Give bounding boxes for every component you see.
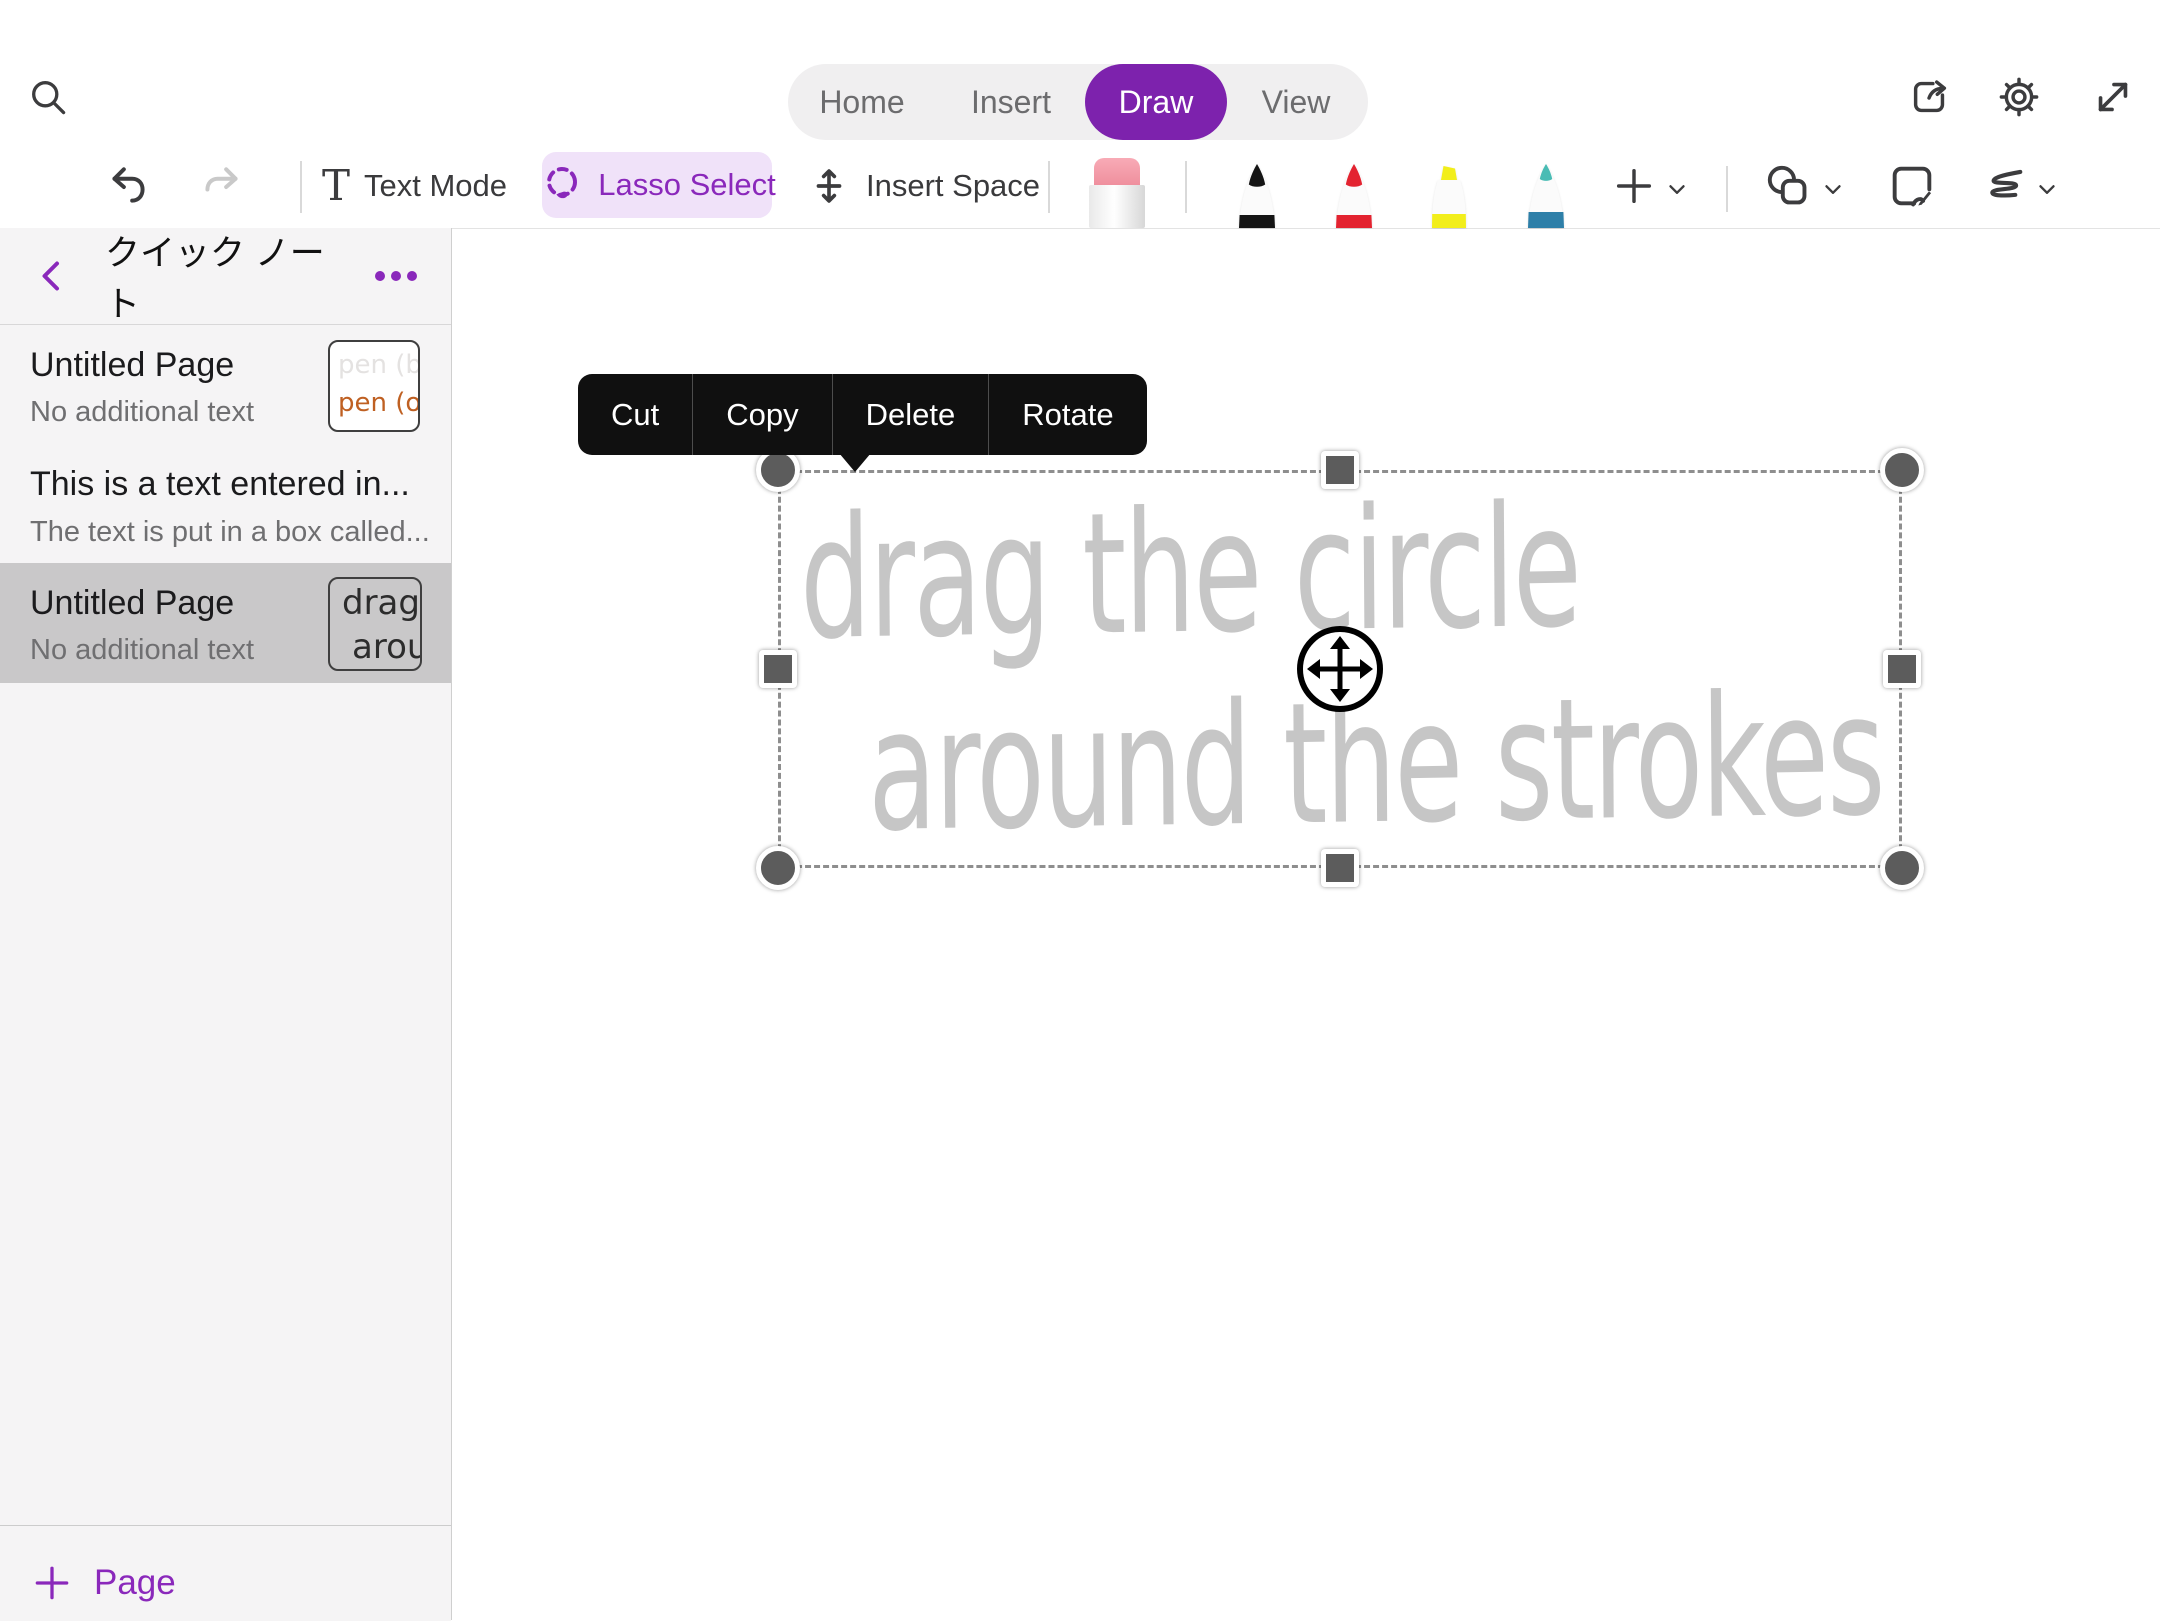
thumbnail-text: pen (ora [338, 388, 420, 418]
page-thumbnail: drag arou [328, 577, 422, 671]
context-menu-rotate[interactable]: Rotate [988, 374, 1146, 455]
add-pen-button[interactable] [1608, 160, 1660, 212]
undo-icon[interactable] [100, 158, 156, 214]
thumbnail-text: drag [342, 583, 420, 623]
context-menu-copy[interactable]: Copy [692, 374, 831, 455]
ink-note-icon[interactable] [1884, 158, 1940, 214]
shapes-icon[interactable] [1760, 158, 1816, 214]
page-title: Untitled Page [30, 584, 234, 623]
lasso-select-button[interactable]: Lasso Select [542, 152, 772, 218]
chevron-down-icon[interactable] [1662, 174, 1692, 204]
context-menu-cut[interactable]: Cut [578, 374, 692, 455]
chevron-down-icon[interactable] [2032, 174, 2062, 204]
text-mode-button[interactable]: T Text Mode [322, 158, 507, 214]
resize-handle-right[interactable] [1883, 650, 1921, 688]
toolbar-divider [300, 161, 302, 213]
context-menu-delete[interactable]: Delete [832, 374, 989, 455]
redo-icon[interactable] [194, 158, 250, 214]
resize-handle-bottom[interactable] [1321, 849, 1359, 887]
add-page-label: Page [94, 1563, 176, 1603]
scribble-icon[interactable] [1976, 158, 2032, 214]
toolbar-divider [1726, 166, 1728, 212]
plus-icon [30, 1561, 74, 1605]
page-subtitle: The text is put in a box called... [30, 516, 430, 549]
tab-home[interactable]: Home [809, 64, 914, 140]
tab-view[interactable]: View [1252, 64, 1341, 140]
eraser-body [1089, 185, 1145, 228]
toolbar-divider [1048, 161, 1050, 213]
chevron-down-icon[interactable] [1818, 174, 1848, 204]
gear-icon[interactable] [1996, 74, 2042, 120]
page-list-item[interactable]: This is a text entered in... The text is… [0, 450, 451, 563]
context-menu-arrow [839, 453, 871, 472]
text-mode-icon: T [322, 158, 350, 214]
text-mode-label: Text Mode [364, 168, 507, 204]
toolbar-divider [1185, 161, 1187, 213]
move-icon[interactable] [1295, 624, 1385, 714]
add-page-button[interactable]: Page [30, 1548, 176, 1618]
page-subtitle: No additional text [30, 634, 254, 667]
back-chevron-icon[interactable] [30, 254, 74, 298]
context-menu: Cut Copy Delete Rotate [578, 374, 1147, 455]
thumbnail-text: arou [352, 627, 422, 667]
page-thumbnail: pen (bl pen (ora [328, 340, 420, 432]
eraser-cap [1094, 158, 1140, 188]
resize-handle-top[interactable] [1321, 451, 1359, 489]
insert-space-label: Insert Space [866, 168, 1040, 204]
yellow-highlighter[interactable] [1414, 162, 1484, 228]
page-list-item-selected[interactable]: Untitled Page No additional text drag ar… [0, 563, 451, 683]
lasso-icon [538, 161, 586, 209]
resize-handle-bottom-left[interactable] [756, 846, 800, 890]
resize-handle-top-right[interactable] [1880, 448, 1924, 492]
tab-insert[interactable]: Insert [961, 64, 1061, 140]
resize-handle-left[interactable] [759, 650, 797, 688]
black-pen[interactable] [1222, 162, 1292, 228]
insert-space-button[interactable]: Insert Space [806, 158, 1040, 214]
teal-pen[interactable] [1511, 162, 1581, 228]
expand-icon[interactable] [2090, 74, 2136, 120]
page-list-item[interactable]: Untitled Page No additional text pen (bl… [0, 324, 451, 450]
lasso-select-label: Lasso Select [598, 167, 776, 203]
page-title: This is a text entered in... [30, 465, 410, 504]
page-title: Untitled Page [30, 346, 234, 385]
red-pen[interactable] [1319, 162, 1389, 228]
resize-handle-bottom-right[interactable] [1880, 846, 1924, 890]
eraser-tool[interactable] [1089, 158, 1145, 228]
search-icon[interactable] [26, 75, 70, 119]
page-subtitle: No additional text [30, 396, 254, 429]
thumbnail-text: pen (bl [338, 350, 420, 380]
more-options-icon[interactable] [370, 262, 422, 290]
share-icon[interactable] [1907, 74, 1953, 120]
insert-space-icon [806, 163, 852, 209]
notebook-title: クイック ノート [105, 228, 335, 324]
tab-draw[interactable]: Draw [1085, 64, 1227, 140]
